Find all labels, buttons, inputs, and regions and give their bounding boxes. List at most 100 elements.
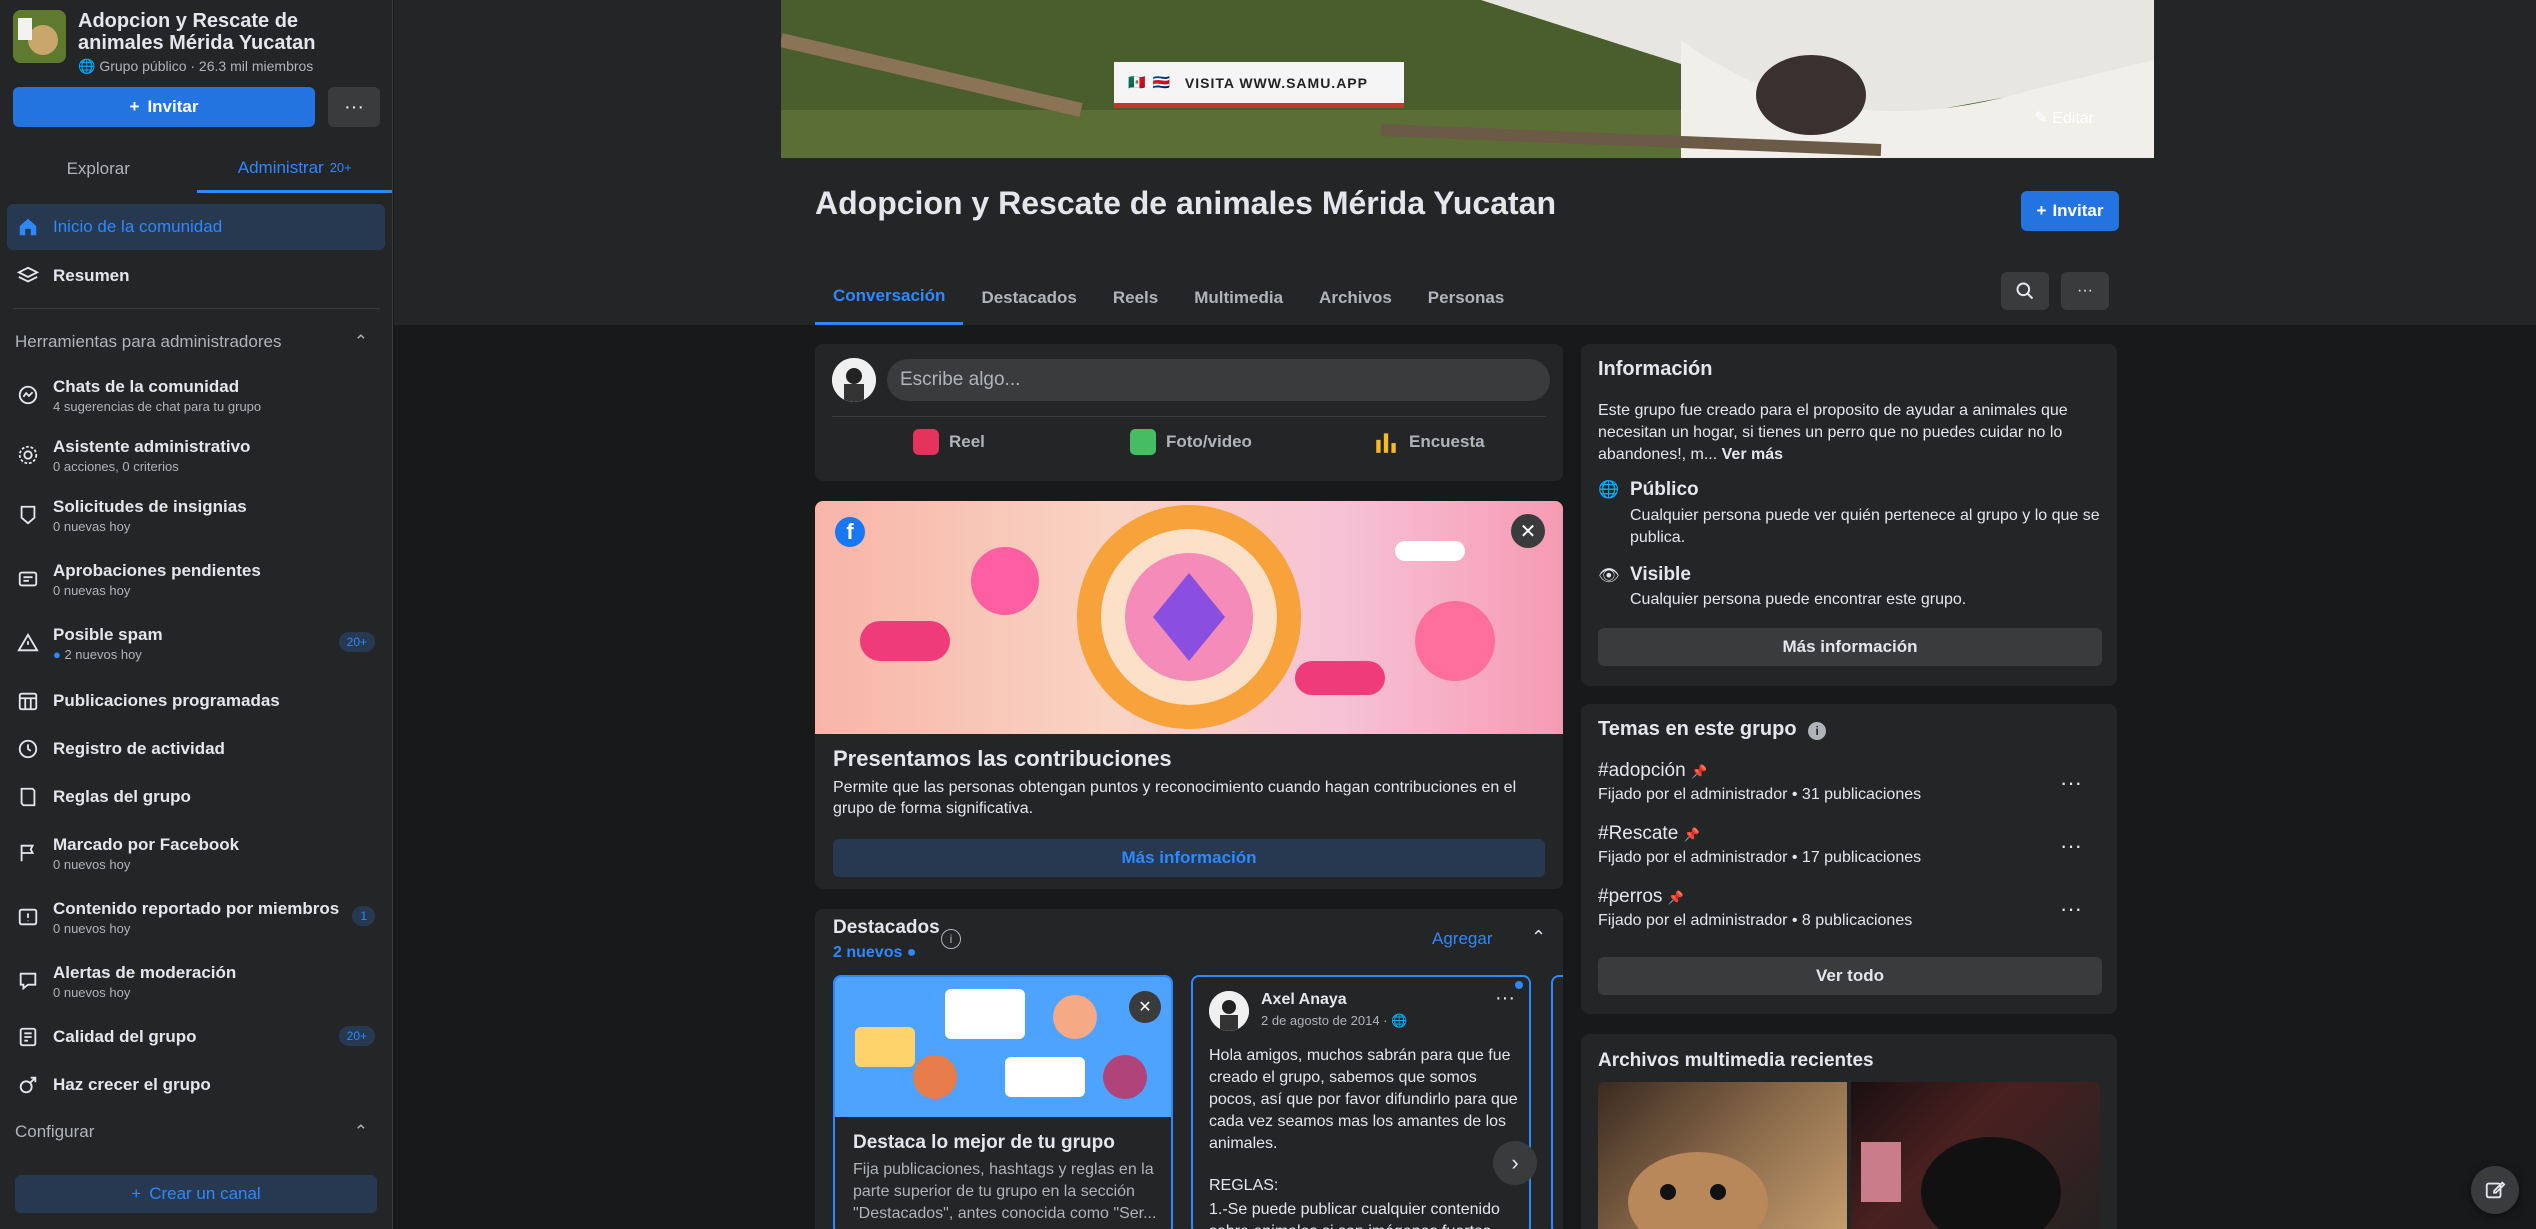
sidebar-item-home-label: Inicio de la comunidad [53,217,223,236]
topic-more-button[interactable]: ··· [2060,770,2082,796]
media-thumbnail[interactable] [1851,1082,2100,1229]
post-author[interactable]: Axel Anaya [1261,991,1347,1009]
group-name[interactable]: Adopcion y Rescate de animales Mérida Yu… [78,10,378,54]
search-button[interactable] [2001,272,2049,310]
photo-video-label: Foto/video [1166,432,1252,451]
info-description: Este grupo fue creado para el proposito … [1598,400,2103,466]
info-icon[interactable]: i [1808,722,1827,740]
poll-button[interactable]: Encuesta [1373,429,1485,455]
plus-icon: + [131,1184,142,1203]
tab-administrar[interactable]: Administrar 20+ [196,145,392,193]
reel-button[interactable]: Reel [913,429,985,455]
highlight-title: Destaca lo mejor de tu grupo [853,1132,1115,1153]
sidebar-item-reported-content[interactable]: Contenido reportado por miembros 0 nuevos… [7,892,385,942]
sidebar-item-badge-requests[interactable]: Solicitudes de insignias 0 nuevas hoy [7,490,385,540]
sidebar-item-group-quality-label: Calidad del grupo [53,1027,197,1046]
see-all-topics-button[interactable]: Ver todo [1598,957,2102,995]
sidebar-item-summary[interactable]: Resumen [7,254,385,298]
sidebar-item-chats[interactable]: Chats de la comunidad 4 sugerencias de ch… [7,370,385,420]
close-highlight-button[interactable]: ✕ [1129,991,1161,1023]
see-more-link[interactable]: Ver más [1722,446,1783,463]
info-more-button[interactable]: Más información [1598,628,2102,666]
tab-personas[interactable]: Personas [1410,270,1523,325]
topic-tag-text: #perros [1598,886,1663,907]
globe-icon: 🌐 [1598,480,1620,499]
topic-tag: #adopción 📌 [1598,760,2082,782]
tab-destacados[interactable]: Destacados [963,270,1094,325]
photo-video-button[interactable]: Foto/video [1130,429,1252,455]
composer-divider [832,416,1546,417]
reel-icon [913,429,939,455]
globe-icon: 🌐 [78,58,96,74]
sidebar-item-chats-label: Chats de la comunidad [53,376,240,396]
main-content: 🇲🇽 🇨🇷 VISITA WWW.SAMU.APP ✎ Editar Adopc… [394,0,2536,1229]
media-thumbnail[interactable] [1598,1082,1847,1229]
group-meta-text: Grupo público · 26.3 mil miembros [99,58,314,74]
sidebar-item-grow-group[interactable]: Haz crecer el grupo [7,1070,385,1100]
topic-tag-text: #Rescate [1598,823,1679,844]
warning-icon [15,630,41,656]
featured-post-card[interactable]: Axel Anaya 2 de agosto de 2014 · 🌐 ··· H… [1191,975,1531,1229]
close-promo-button[interactable]: ✕ [1511,514,1545,548]
post-composer-input[interactable]: Escribe algo... [887,359,1550,401]
featured-add-button[interactable]: Agregar [1432,929,1492,949]
pin-icon: 📌 [1667,890,1684,905]
sidebar-item-admin-assistant[interactable]: Asistente administrativo 0 acciones, 0 cr… [7,430,385,480]
topic-more-button[interactable]: ··· [2060,896,2082,922]
sidebar-item-flagged-by-facebook[interactable]: Marcado por Facebook 0 nuevos hoy [7,828,385,878]
sidebar-item-scheduled-posts[interactable]: Publicaciones programadas [7,686,385,716]
admin-tools-header[interactable]: Herramientas para administradores ⌃ [15,332,368,352]
flag-mx-icon: 🇲🇽 [1128,74,1147,90]
info-icon[interactable]: i [941,929,961,949]
tab-multimedia[interactable]: Multimedia [1176,270,1301,325]
admin-tools-header-label: Herramientas para administradores [15,332,282,351]
highlight-tip-card[interactable]: ✕ Destaca lo mejor de tu grupo Fija publ… [833,975,1173,1229]
sidebar-item-pending-approvals[interactable]: Aprobaciones pendientes 0 nuevas hoy [7,554,385,604]
tab-archivos[interactable]: Archivos [1301,270,1410,325]
sidebar-item-possible-spam[interactable]: Posible spam ● 2 nuevos hoy 20+ [7,618,385,668]
promo-more-info-button[interactable]: Más información [833,839,1545,877]
topic-item[interactable]: #perros 📌 Fijado por el administrador • … [1598,886,2082,930]
info-title: Información [1598,358,1713,380]
sidebar-item-activity-log[interactable]: Registro de actividad [7,734,385,764]
topics-card: Temas en este grupo i #adopción 📌 Fijado… [1581,704,2117,1014]
new-message-button[interactable] [2471,1166,2519,1214]
tab-administrar-badge: 20+ [329,160,352,175]
chevron-right-icon: › [1511,1150,1519,1175]
more-options-button[interactable]: ··· [328,87,380,127]
tab-explorar[interactable]: Explorar [0,145,197,193]
tab-administrar-label: Administrar [237,157,324,177]
highlight-body: Fija publicaciones, hashtags y reglas en… [853,1161,1157,1222]
group-header[interactable]: Adopcion y Rescate de animales Mérida Yu… [13,10,378,75]
create-channel-label: Crear un canal [149,1184,261,1203]
post-more-button[interactable]: ··· [1495,987,1515,1010]
avatar[interactable] [1209,991,1249,1031]
create-channel-button[interactable]: + Crear un canal [15,1175,377,1213]
tab-conversacion[interactable]: Conversación [815,270,964,325]
public-desc: Cualquier persona puede ver quién perten… [1630,507,2100,546]
topic-more-button[interactable]: ··· [2060,833,2082,859]
sidebar-item-activity-log-label: Registro de actividad [53,739,225,758]
group-thumbnail[interactable] [13,10,66,63]
invite-button[interactable]: + Invitar [13,87,315,127]
collapse-chevron-icon[interactable]: ⌃ [1531,927,1546,948]
tab-reels[interactable]: Reels [1095,270,1176,325]
avatar[interactable] [832,358,876,402]
sidebar-item-home[interactable]: Inicio de la comunidad [7,204,385,250]
carousel-next-button[interactable]: › [1493,1141,1537,1185]
edit-cover-button[interactable]: ✎ Editar [2034,108,2094,128]
sidebar-tabs: Explorar Administrar 20+ [0,145,392,193]
sidebar-item-group-quality[interactable]: Calidad del grupo 20+ [7,1022,385,1052]
sidebar-item-group-rules[interactable]: Reglas del grupo [7,782,385,812]
group-more-button[interactable]: ··· [2061,272,2109,310]
sidebar-item-moderation-alerts[interactable]: Alertas de moderación 0 nuevos hoy [7,956,385,1006]
search-icon [2016,282,2034,300]
layers-icon [15,263,41,289]
topic-item[interactable]: #adopción 📌 Fijado por el administrador … [1598,760,2082,804]
close-icon: ✕ [1138,999,1152,1016]
sidebar-item-possible-spam-label: Posible spam [53,624,163,644]
invite-button-header[interactable]: + Invitar [2021,191,2119,231]
topic-item[interactable]: #Rescate 📌 Fijado por el administrador •… [1598,823,2082,867]
topic-tag: #perros 📌 [1598,886,2082,908]
configure-header[interactable]: Configurar ⌃ [15,1122,368,1142]
